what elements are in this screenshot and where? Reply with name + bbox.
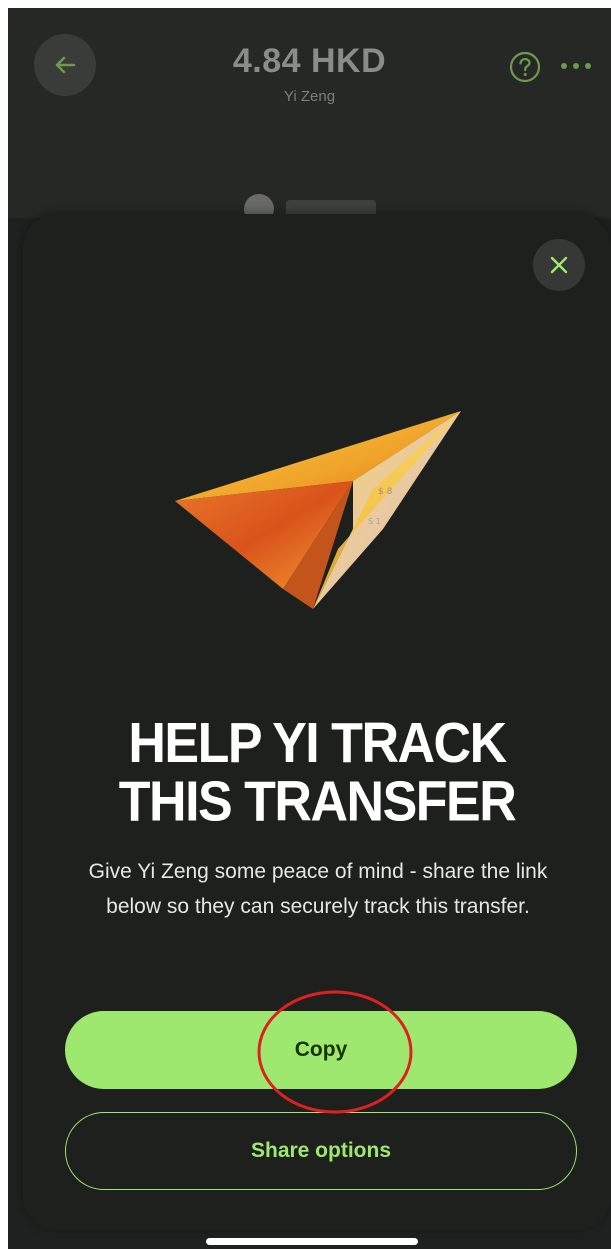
close-button[interactable] [533,239,585,291]
more-horizontal-icon[interactable] [559,58,593,74]
description-text: Give Yi Zeng some peace of mind - share … [88,860,548,918]
recipient-name: Yi Zeng [283,88,336,105]
share-options-button[interactable]: Share options [65,1112,577,1190]
home-indicator [206,1238,418,1245]
headline: HELP YI TRACK THIS TRANSFER [23,715,611,832]
close-icon [550,256,568,274]
paper-plane-illustration: $ 8 S 1 [175,411,461,609]
headline-line-2: THIS TRANSFER [118,770,517,834]
phone-screen: 4.84 HKD Yi Zeng $ 8 S 1 HELP YI TRACK T… [8,8,611,1249]
svg-text:$ 8: $ 8 [378,487,393,497]
svg-text:S 1: S 1 [368,517,381,526]
question-circle-icon[interactable] [508,50,542,84]
copy-button[interactable]: Copy [65,1011,577,1089]
track-transfer-sheet: $ 8 S 1 HELP YI TRACK THIS TRANSFER Give… [23,214,611,1230]
transfer-header: 4.84 HKD Yi Zeng [8,8,611,224]
headline-line-1: HELP YI TRACK [128,712,507,776]
